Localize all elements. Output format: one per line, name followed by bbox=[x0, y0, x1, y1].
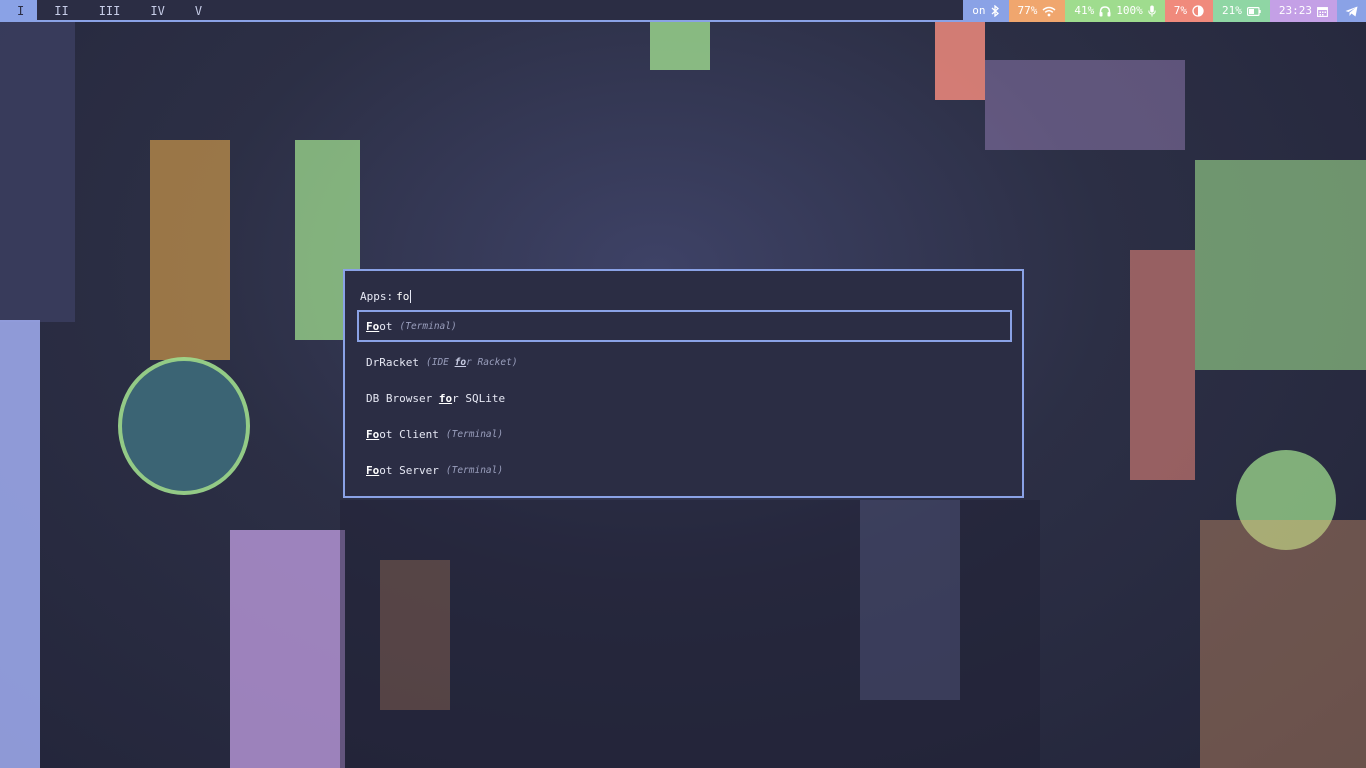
workspace-1-button[interactable]: I bbox=[0, 0, 38, 22]
workspace-2-button[interactable]: II bbox=[37, 0, 81, 22]
bluetooth-module[interactable]: on bbox=[963, 0, 1009, 22]
result-name: Foot bbox=[366, 319, 393, 333]
result-item-drracket[interactable]: DrRacket (IDE for Racket) bbox=[357, 346, 1012, 378]
result-comment: (Terminal) bbox=[399, 320, 457, 332]
headphones-icon bbox=[1099, 5, 1111, 16]
volume-level: 41% bbox=[1074, 4, 1095, 17]
brightness-icon bbox=[1192, 5, 1204, 17]
wifi-strength: 77% bbox=[1017, 4, 1038, 17]
bluetooth-icon bbox=[991, 5, 999, 17]
status-bar: I II III IV V on 77% 41% 100% 7% 21% 23:… bbox=[0, 0, 1366, 22]
launcher-prompt-row[interactable]: Apps: fo bbox=[360, 288, 412, 304]
battery-icon bbox=[1246, 6, 1261, 16]
tray-module[interactable] bbox=[1337, 0, 1366, 22]
telegram-icon[interactable] bbox=[1345, 6, 1358, 17]
result-comment: (Terminal) bbox=[445, 428, 504, 440]
app-launcher: Apps: fo Foot (Terminal) DrRacket (IDE f… bbox=[343, 269, 1024, 498]
clock-module[interactable]: 23:23 bbox=[1269, 0, 1337, 22]
mic-level: 100% bbox=[1116, 4, 1143, 17]
result-item-db-browser[interactable]: DB Browser for SQLite bbox=[357, 382, 1012, 414]
bluetooth-status: on bbox=[972, 4, 986, 17]
clock-time: 23:23 bbox=[1278, 4, 1312, 17]
workspace-list: I II III IV V bbox=[0, 0, 215, 22]
audio-module[interactable]: 41% 100% bbox=[1065, 0, 1165, 22]
result-name: DrRacket bbox=[366, 355, 419, 369]
calendar-icon bbox=[1317, 6, 1328, 17]
prompt-label: Apps: bbox=[360, 289, 394, 303]
battery-module[interactable]: 21% bbox=[1213, 0, 1270, 22]
workspace-4-button[interactable]: IV bbox=[133, 0, 177, 22]
text-cursor bbox=[410, 289, 412, 303]
wifi-icon bbox=[1042, 6, 1056, 16]
battery-level: 21% bbox=[1222, 4, 1242, 17]
result-item-foot-client[interactable]: Foot Client (Terminal) bbox=[357, 418, 1012, 450]
brightness-level: 7% bbox=[1173, 4, 1187, 17]
search-input[interactable]: fo bbox=[396, 290, 409, 303]
result-name: Foot Server bbox=[366, 463, 439, 477]
bar-modules: on 77% 41% 100% 7% 21% 23:23 bbox=[963, 0, 1366, 22]
workspace-3-button[interactable]: III bbox=[82, 0, 134, 22]
brightness-module[interactable]: 7% bbox=[1164, 0, 1213, 22]
result-comment: (IDE for Racket) bbox=[425, 356, 518, 368]
workspace-5-button[interactable]: V bbox=[178, 0, 215, 22]
result-name: Foot Client bbox=[366, 427, 439, 441]
result-comment: (Terminal) bbox=[445, 464, 504, 476]
result-item-foot-server[interactable]: Foot Server (Terminal) bbox=[357, 454, 1012, 486]
wifi-module[interactable]: 77% bbox=[1008, 0, 1066, 22]
bar-spacer bbox=[215, 0, 963, 20]
result-item-foot[interactable]: Foot (Terminal) bbox=[357, 310, 1012, 342]
result-name: DB Browser for SQLite bbox=[366, 391, 506, 405]
microphone-icon bbox=[1148, 5, 1156, 17]
